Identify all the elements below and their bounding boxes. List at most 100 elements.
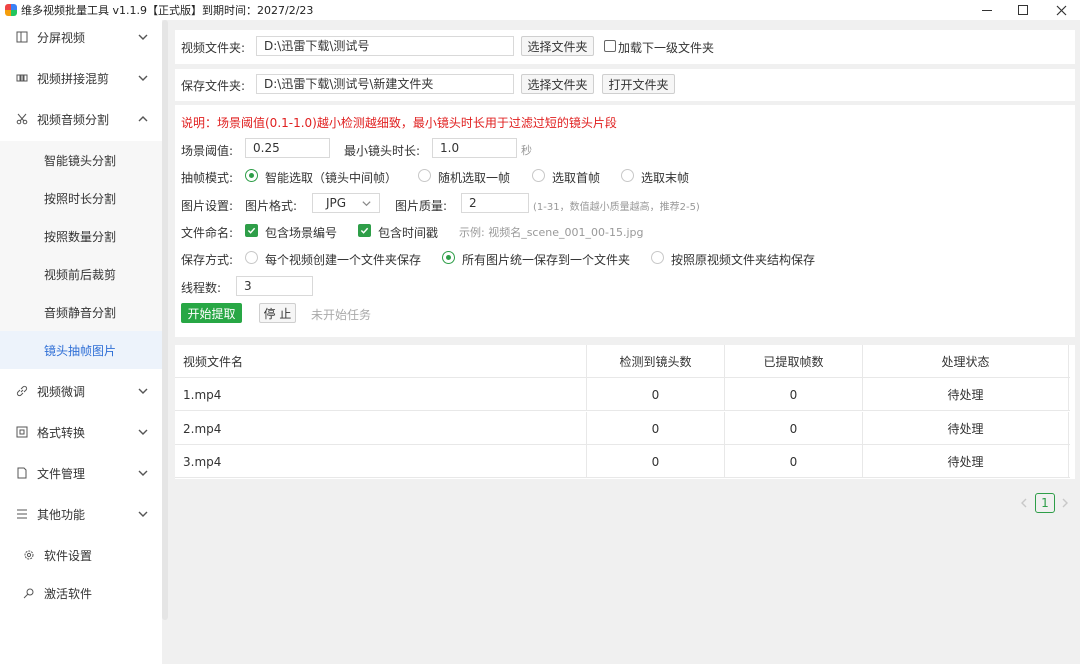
scissors-icon <box>16 113 28 125</box>
threshold-label: 场景阈值: <box>181 144 234 158</box>
close-icon <box>1056 5 1066 15</box>
sidebar-item-silence-split[interactable]: 音频静音分割 <box>0 293 162 331</box>
sidebar-group-label: 分屏视频 <box>37 30 86 45</box>
column-header-scene-count[interactable]: 检测到镜头数 <box>587 345 725 378</box>
settings-note: 说明：场景阈值(0.1-1.0)越小检测越细致，最小镜头时长用于过滤过短的镜头片… <box>181 116 617 130</box>
save-mode-keep-structure-radio[interactable] <box>651 251 664 264</box>
chevron-down-icon <box>138 34 148 40</box>
page-next-icon[interactable] <box>1060 497 1070 509</box>
table-row[interactable]: 3.mp4 0 0 待处理 <box>175 445 1070 478</box>
sidebar-group-label: 格式转换 <box>37 425 86 440</box>
sidebar-item-label: 视频前后裁剪 <box>44 267 117 282</box>
sidebar-group-label: 文件管理 <box>37 466 86 481</box>
frame-mode-label: 抽帧模式: <box>181 171 234 185</box>
video-folder-browse-button[interactable]: 选择文件夹 <box>521 36 594 56</box>
save-folder-input[interactable]: D:\迅雷下载\测试号\新建文件夹 <box>256 74 514 94</box>
page-number-current[interactable]: 1 <box>1035 493 1055 513</box>
sidebar-item-trim[interactable]: 视频前后裁剪 <box>0 255 162 293</box>
task-status-text: 未开始任务 <box>311 308 372 322</box>
sidebar-group-format-convert[interactable]: 格式转换 <box>0 412 162 452</box>
settings-panel: 说明：场景阈值(0.1-1.0)越小检测越细致，最小镜头时长用于过滤过短的镜头片… <box>175 105 1075 337</box>
open-folder-button[interactable]: 打开文件夹 <box>602 74 675 94</box>
frame-mode-last-label: 选取末帧 <box>641 171 690 185</box>
include-scene-number-checkbox[interactable] <box>245 224 258 237</box>
stop-button[interactable]: 停 止 <box>259 303 296 323</box>
chevron-down-icon <box>138 388 148 394</box>
sidebar-group-other[interactable]: 其他功能 <box>0 494 162 534</box>
threads-input[interactable]: 3 <box>236 276 313 296</box>
image-format-value: JPG <box>326 196 347 210</box>
load-subfolder-checkbox[interactable] <box>604 40 616 52</box>
sidebar-group-label: 视频音频分割 <box>37 112 110 127</box>
chevron-up-icon <box>138 116 148 122</box>
chevron-down-icon <box>362 201 371 207</box>
save-mode-single-folder-radio[interactable] <box>442 251 455 264</box>
sidebar-group-video-audio-split[interactable]: 视频音频分割 <box>0 99 162 139</box>
chevron-down-icon <box>138 470 148 476</box>
frame-mode-smart-label: 智能选取（镜头中间帧） <box>265 171 398 185</box>
link-icon <box>16 385 28 397</box>
naming-example: 示例: 视频名_scene_001_00-15.jpg <box>459 226 644 239</box>
sidebar-item-label: 智能镜头分割 <box>44 153 117 168</box>
frame-mode-smart-radio[interactable] <box>245 169 258 182</box>
page-prev-icon[interactable] <box>1019 497 1029 509</box>
column-header-filename[interactable]: 视频文件名 <box>175 345 587 378</box>
save-mode-label: 保存方式: <box>181 253 234 267</box>
chevron-down-icon <box>138 75 148 81</box>
include-scene-number-label: 包含场景编号 <box>265 226 338 240</box>
frame-mode-last-radio[interactable] <box>621 169 634 182</box>
sidebar-item-split-by-count[interactable]: 按照数量分割 <box>0 217 162 255</box>
sidebar-item-split-by-duration[interactable]: 按照时长分割 <box>0 179 162 217</box>
sidebar-item-smart-scene-split[interactable]: 智能镜头分割 <box>0 141 162 179</box>
save-mode-single-folder-label: 所有图片统一保存到一个文件夹 <box>462 253 631 267</box>
cell-scene-count: 0 <box>587 445 725 478</box>
sidebar-item-settings[interactable]: 软件设置 <box>0 536 162 574</box>
files-table: 视频文件名 检测到镜头数 已提取帧数 处理状态 1.mp4 0 0 待处理 2.… <box>175 345 1075 479</box>
cell-status: 待处理 <box>863 412 1069 445</box>
chevron-down-icon <box>138 511 148 517</box>
check-icon <box>247 227 256 234</box>
cell-filename: 2.mp4 <box>175 412 587 445</box>
save-folder-browse-button[interactable]: 选择文件夹 <box>521 74 594 94</box>
table-row[interactable]: 1.mp4 0 0 待处理 <box>175 378 1070 411</box>
image-format-select[interactable]: JPG <box>312 193 380 213</box>
close-button[interactable] <box>1038 0 1080 20</box>
cell-scene-count: 0 <box>587 412 725 445</box>
threads-label: 线程数: <box>181 281 222 295</box>
save-folder-label: 保存文件夹: <box>181 79 246 93</box>
video-folder-input[interactable]: D:\迅雷下载\测试号 <box>256 36 514 56</box>
cell-filename: 1.mp4 <box>175 378 587 411</box>
sidebar-group-split-screen[interactable]: 分屏视频 <box>0 17 162 57</box>
check-icon <box>360 227 369 234</box>
include-timestamp-checkbox[interactable] <box>358 224 371 237</box>
sidebar-item-label: 按照数量分割 <box>44 229 117 244</box>
sidebar-group-label: 视频微调 <box>37 384 86 399</box>
frame-mode-first-radio[interactable] <box>532 169 545 182</box>
column-header-frame-count[interactable]: 已提取帧数 <box>725 345 863 378</box>
save-folder-panel: 保存文件夹: D:\迅雷下载\测试号\新建文件夹 选择文件夹 打开文件夹 <box>175 69 1075 101</box>
save-mode-per-video-radio[interactable] <box>245 251 258 264</box>
cell-frame-count: 0 <box>725 412 863 445</box>
maximize-icon <box>1018 5 1028 15</box>
menu-icon <box>16 508 28 520</box>
start-extract-button[interactable]: 开始提取 <box>181 303 242 323</box>
window-title: 维多视频批量工具 v1.1.9【正式版】到期时间：2027/2/23 <box>21 4 314 17</box>
frame-mode-first-label: 选取首帧 <box>552 171 601 185</box>
min-duration-input[interactable]: 1.0 <box>432 138 517 158</box>
minimize-icon <box>982 9 992 11</box>
min-duration-unit: 秒 <box>521 144 532 157</box>
sidebar-item-activate[interactable]: 激活软件 <box>0 574 162 612</box>
sidebar-group-video-adjust[interactable]: 视频微调 <box>0 371 162 411</box>
image-quality-input[interactable]: 2 <box>461 193 529 213</box>
sidebar-scrollbar[interactable] <box>162 20 168 620</box>
chevron-down-icon <box>138 429 148 435</box>
sidebar-group-video-merge[interactable]: 视频拼接混剪 <box>0 58 162 98</box>
table-header-row: 视频文件名 检测到镜头数 已提取帧数 处理状态 <box>175 345 1070 378</box>
column-header-status[interactable]: 处理状态 <box>863 345 1069 378</box>
table-row[interactable]: 2.mp4 0 0 待处理 <box>175 412 1070 445</box>
sidebar-group-file-manage[interactable]: 文件管理 <box>0 453 162 493</box>
sidebar-item-label: 软件设置 <box>44 548 93 563</box>
frame-mode-random-radio[interactable] <box>418 169 431 182</box>
sidebar-item-scene-frame-extract[interactable]: 镜头抽帧图片 <box>0 331 162 369</box>
threshold-input[interactable]: 0.25 <box>245 138 330 158</box>
